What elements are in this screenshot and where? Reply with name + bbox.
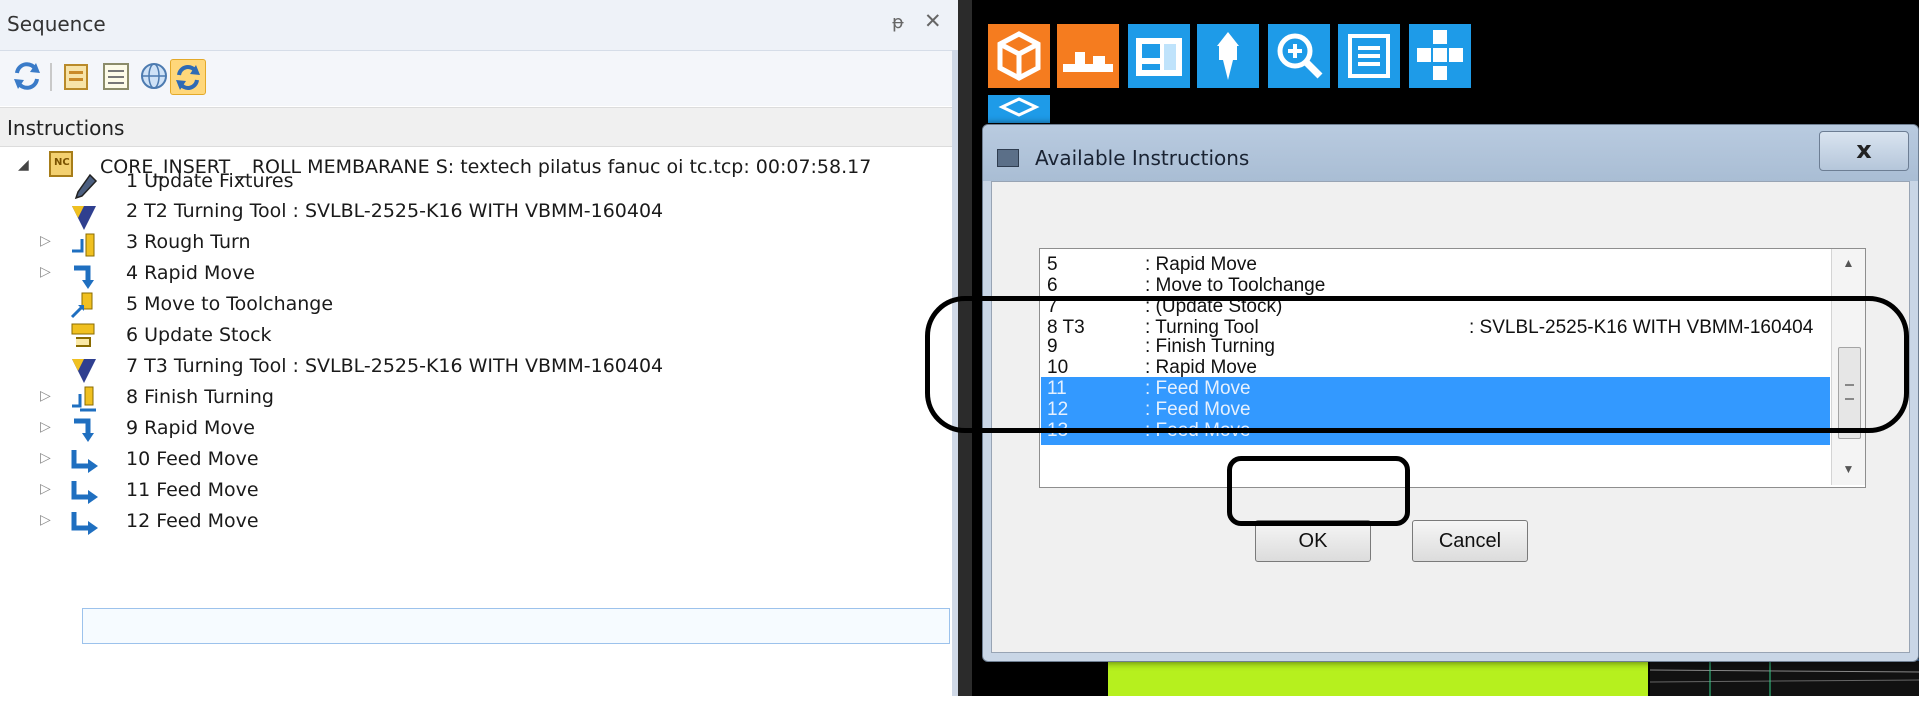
close-panel-icon[interactable]: ✕	[924, 9, 942, 33]
sequence-titlebar: Sequence ᵽ ✕	[0, 0, 958, 51]
fixture-icon[interactable]	[1057, 24, 1119, 88]
list-view-icon[interactable]	[1338, 24, 1400, 88]
tree-item-label: 11 Feed Move	[126, 479, 259, 501]
stock-box-icon[interactable]	[988, 24, 1050, 88]
feed-move-icon	[68, 446, 100, 476]
list-icon[interactable]	[99, 59, 133, 93]
wrench-icon	[68, 172, 100, 202]
expand-toggle[interactable]: ▷	[40, 481, 51, 497]
tree-item-label: 4 Rapid Move	[126, 262, 255, 284]
expand-toggle[interactable]: ▷	[40, 388, 51, 404]
sequence-panel: Sequence ᵽ ✕ Instructions ◢ NC CORE_INSE…	[0, 0, 958, 696]
feed-move-icon	[68, 477, 100, 507]
layout-icon[interactable]	[1409, 24, 1471, 88]
part-icon[interactable]	[988, 95, 1050, 123]
svg-text:NC: NC	[54, 157, 70, 168]
ok-button[interactable]: OK	[1255, 520, 1371, 562]
rapid-move-icon	[68, 262, 100, 292]
tree-item-label: 10 Feed Move	[126, 448, 259, 470]
refresh-icon[interactable]	[10, 59, 44, 93]
zoom-icon[interactable]	[1268, 24, 1330, 88]
rough-turn-icon	[68, 231, 100, 261]
list-item-description: : Move to Toolchange	[1145, 275, 1326, 296]
turning-tool-icon	[68, 202, 100, 232]
update-stock-icon	[68, 320, 100, 350]
panel-title: Sequence	[7, 12, 106, 36]
expand-toggle[interactable]: ▷	[40, 264, 51, 280]
tree-item-label: 6 Update Stock	[126, 324, 272, 346]
turning-tool-icon	[68, 355, 100, 385]
expand-toggle[interactable]: ▷	[40, 233, 51, 249]
tree-item-label: 12 Feed Move	[126, 510, 259, 532]
collapse-toggle[interactable]: ◢	[18, 157, 29, 173]
annotation-ok-highlight	[1227, 456, 1410, 526]
scroll-up-icon[interactable]: ▲	[1832, 249, 1865, 277]
feed-move-icon	[68, 508, 100, 538]
sync-icon[interactable]	[170, 59, 206, 95]
tree-item-label: 9 Rapid Move	[126, 417, 255, 439]
expand-toggle[interactable]: ▷	[40, 450, 51, 466]
tree-item-label: 5 Move to Toolchange	[126, 293, 334, 315]
toolchange-icon	[68, 291, 100, 321]
dialog-titlebar[interactable]: Available Instructions x	[983, 125, 1918, 181]
machine-icon[interactable]	[1128, 24, 1190, 88]
dialog-title: Available Instructions	[1035, 146, 1250, 170]
rapid-move-icon	[68, 415, 100, 445]
insert-icon[interactable]	[60, 59, 94, 93]
instructions-label: Instructions	[7, 116, 125, 140]
list-item-number: 6	[1047, 275, 1058, 296]
window-icon	[997, 149, 1019, 167]
tool-icon[interactable]	[1197, 24, 1259, 88]
tree-item-label: 1 Update Fixtures	[126, 170, 294, 192]
instructions-header: Instructions	[0, 107, 958, 147]
pin-icon[interactable]: ᵽ	[892, 12, 904, 33]
toolbar-separator	[50, 63, 52, 91]
expand-toggle[interactable]: ▷	[40, 419, 51, 435]
finish-turn-icon	[68, 384, 100, 414]
close-button[interactable]: x	[1819, 131, 1909, 171]
list-item-description: : Rapid Move	[1145, 254, 1257, 275]
annotation-list-highlight	[925, 296, 1909, 433]
globe-icon[interactable]	[137, 59, 171, 93]
tree-item-label: 2 T2 Turning Tool : SVLBL-2525-K16 WITH …	[126, 200, 664, 222]
tree-item-selection-outline	[82, 608, 950, 644]
list-item-number: 5	[1047, 254, 1058, 275]
cancel-button[interactable]: Cancel	[1412, 520, 1528, 562]
expand-toggle[interactable]: ▷	[40, 512, 51, 528]
tree-item-label: 7 T3 Turning Tool : SVLBL-2525-K16 WITH …	[126, 355, 664, 377]
tree-item-label: 3 Rough Turn	[126, 231, 251, 253]
scroll-down-icon[interactable]: ▼	[1832, 455, 1865, 483]
tree-item-label: 8 Finish Turning	[126, 386, 274, 408]
